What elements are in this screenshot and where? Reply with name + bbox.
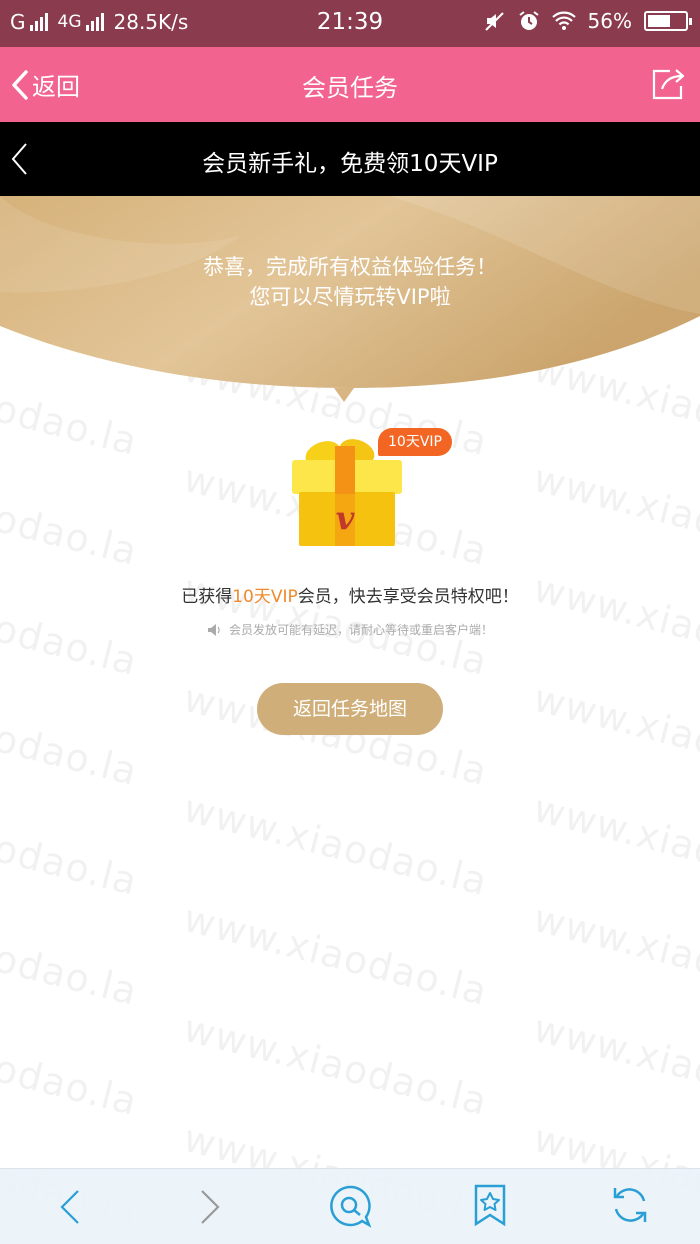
vip-badge: 10天VIP <box>378 428 452 456</box>
search-chat-button[interactable] <box>327 1183 373 1233</box>
notice: 会员发放可能有延迟，请耐心等待或重启客户端！ <box>0 621 700 638</box>
watermark-text: www.xiaodao.la <box>529 786 700 905</box>
forward-arrow-icon <box>201 1190 220 1224</box>
forward-nav-button[interactable] <box>196 1187 224 1231</box>
watermark-text: www.xiaodao.la <box>179 1006 493 1125</box>
obtained-message: 已获得10天VIP会员，快去享受会员特权吧！ <box>0 582 700 607</box>
mute-icon <box>484 12 504 31</box>
watermark-text: www.xiaodao.la <box>0 456 143 575</box>
gift-letter: v <box>336 499 355 537</box>
status-bar: G 4G 28.5K/s 21:39 56% <box>0 0 700 47</box>
watermark-text: www.xiaodao.la <box>0 786 143 905</box>
watermark-text: www.xiaodao.la <box>529 456 700 575</box>
watermark-text: www.xiaodao.la <box>179 786 493 905</box>
share-button[interactable] <box>650 67 688 105</box>
refresh-icon <box>613 1188 647 1222</box>
search-chat-icon <box>330 1185 372 1228</box>
battery-icon <box>644 11 692 31</box>
watermark-text: www.xiaodao.la <box>529 676 700 795</box>
bottom-toolbar <box>0 1168 700 1244</box>
notice-text: 会员发放可能有延迟，请耐心等待或重启客户端！ <box>228 623 493 637</box>
back-nav-button[interactable] <box>56 1187 84 1231</box>
return-to-task-map-button[interactable]: 返回任务地图 <box>257 683 443 735</box>
page-title: 会员任务 <box>302 74 398 102</box>
speaker-icon <box>207 623 220 636</box>
banner-line-1: 恭喜，完成所有权益体验任务！ <box>203 255 497 279</box>
back-arrow-icon <box>60 1190 79 1224</box>
bookmark-star-icon <box>474 1184 506 1227</box>
wifi-icon <box>551 11 576 30</box>
obtained-prefix: 已获得 <box>181 587 233 607</box>
sub-header-title: 会员新手礼，免费领10天VIP <box>202 151 498 177</box>
sub-header: 会员新手礼，免费领10天VIP <box>0 122 700 196</box>
app-header: 返回 会员任务 <box>0 47 700 122</box>
watermark-text: www.xiaodao.la <box>0 896 143 1015</box>
obtained-suffix: 会员，快去享受会员特权吧！ <box>297 587 519 607</box>
share-icon <box>652 69 685 100</box>
watermark-text: www.xiaodao.la <box>179 896 493 1015</box>
watermark-text: www.xiaodao.la <box>529 896 700 1015</box>
banner-line-2: 您可以尽情玩转VIP啦 <box>249 285 451 309</box>
obtained-highlight: 10天VIP <box>232 587 298 607</box>
watermark-text: www.xiaodao.la <box>529 1006 700 1125</box>
alarm-icon <box>518 11 539 30</box>
watermark-text: www.xiaodao.la <box>0 676 143 795</box>
battery-percent: 56% <box>587 9 632 33</box>
watermark-text: www.xiaodao.la <box>0 1006 143 1125</box>
bookmark-button[interactable] <box>473 1183 507 1231</box>
refresh-button[interactable] <box>610 1183 650 1231</box>
